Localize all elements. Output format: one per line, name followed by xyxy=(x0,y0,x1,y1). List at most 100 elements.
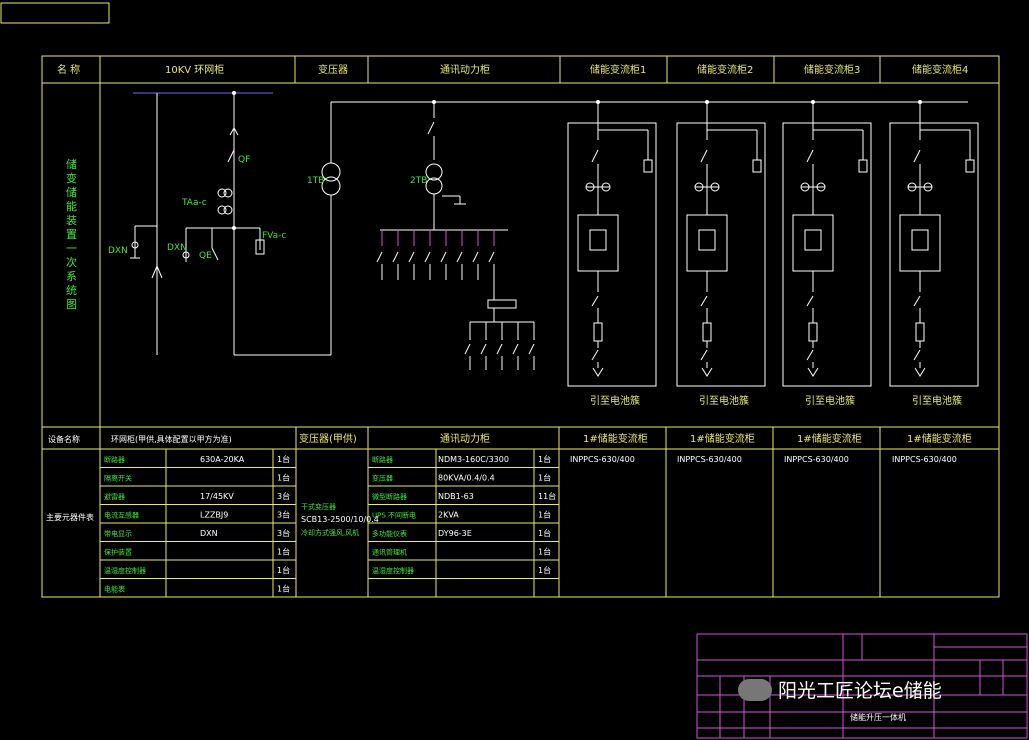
side-title-char: 图 xyxy=(66,298,77,311)
power-row-qty: 1台 xyxy=(538,528,551,538)
pcs-cabinet-2: 引至电池簇 xyxy=(676,100,766,407)
power-row-spec: 2KVA xyxy=(438,511,459,520)
header-pcs2: 储能变流柜2 xyxy=(697,63,753,76)
label-qe: QE xyxy=(199,251,212,261)
side-label-text: 主要元器件表 xyxy=(46,512,94,522)
ring-row-qty: 3台 xyxy=(277,510,290,520)
ring-row-qty: 1台 xyxy=(277,473,290,483)
power-row-spec: NDM3-160C/3300 xyxy=(438,455,509,464)
header-ring-cabinet: 10KV 环网柜 xyxy=(165,63,224,76)
ring-table: 断路器 630A-20KA 1台隔离开关 1台避雷器 17/45KV 3台电流互感器 LZZ… xyxy=(104,454,290,594)
power-row-spec: NDB1-63 xyxy=(438,492,474,501)
ring-row-qty: 1台 xyxy=(277,584,290,594)
wechat-icon xyxy=(738,678,772,701)
label-1tb: 1TB xyxy=(307,176,324,186)
power-cabinet-feeders xyxy=(376,230,535,370)
pcs-cabinets: 引至电池簇 引至电池簇 引至电池簇 引至电池簇 xyxy=(567,100,979,407)
ring-row-qty: 3台 xyxy=(277,491,290,501)
power-row-qty: 1台 xyxy=(538,547,551,557)
power-row-qty: 1台 xyxy=(538,565,551,575)
label-2tb: 2TB xyxy=(410,176,427,186)
power-row-name: 微型断路器 xyxy=(372,492,407,501)
transformer-diagram: 1TB xyxy=(307,101,968,355)
ring-row-spec: 630A-20KA xyxy=(200,455,245,464)
power-row-name: 温湿度控制器 xyxy=(372,566,414,575)
table-header-row: 设备名称 环网柜(甲供,具体配置以甲方为准) 变压器(甲供) 通讯动力柜 1#储… xyxy=(48,432,972,445)
side-title-char: 储 xyxy=(66,157,77,171)
ring-row-name: 避雷器 xyxy=(104,492,125,501)
side-title-char: 装 xyxy=(66,214,77,227)
ring-row-name: 保护装置 xyxy=(104,548,132,557)
power-cabinet-diagram: 2TB xyxy=(380,100,508,231)
corner-box xyxy=(0,2,110,24)
power-row-name: 变压器 xyxy=(372,474,393,483)
label-battery: 引至电池簇 xyxy=(805,394,855,407)
power-row-name: 通讯管理机 xyxy=(372,548,407,557)
th-device-name: 设备名称 xyxy=(48,434,80,444)
power-table: 断路器 NDM3-160C/3300 1台变压器 80KVA/0.4/0.4 1台微型断… xyxy=(372,454,556,575)
side-title-char: 系 xyxy=(66,270,77,283)
side-title-char: 置 xyxy=(66,228,77,241)
power-row-spec: DY96-3E xyxy=(438,529,472,538)
side-title-char: 一 xyxy=(66,242,77,255)
ring-row-name: 电流互感器 xyxy=(104,511,139,520)
label-qf: QF xyxy=(238,155,250,165)
label-dxn-2: DXN xyxy=(167,243,187,253)
ring-row-name: 断路器 xyxy=(104,455,125,464)
label-dxn-1: DXN xyxy=(108,246,128,256)
ring-row-name: 电能表 xyxy=(104,585,125,594)
side-label: 主要元器件表 xyxy=(46,512,94,522)
power-row-name: UPS 不间断电 xyxy=(372,511,416,520)
th-pcs1: 1#储能变流柜 xyxy=(583,432,648,445)
power-row-name: 多功能仪表 xyxy=(372,529,407,538)
transformer-spec: 干式变压器 SCB13-2500/10/0.4 冷却方式强风,风机 xyxy=(301,502,379,537)
th-ring-note: 环网柜(甲供,具体配置以甲方为准) xyxy=(111,434,232,444)
pcs-model-text: INPPCS-630/400 xyxy=(677,455,742,464)
transformer-spec-line: 干式变压器 xyxy=(301,502,336,511)
th-power-cabinet: 通讯动力柜 xyxy=(440,432,490,445)
header-pcs1: 储能变流柜1 xyxy=(590,63,646,76)
drawing-canvas: 名 称 10KV 环网柜 变压器 通讯动力柜 储能变流柜1 储能变流柜2 储能变… xyxy=(0,2,1028,739)
transformer-spec-line: SCB13-2500/10/0.4 xyxy=(301,515,379,524)
power-row-qty: 1台 xyxy=(538,473,551,483)
title-block-project: 储能升压一体机 xyxy=(850,712,906,722)
th-pcs4: 1#储能变流柜 xyxy=(907,432,972,445)
ring-cabinet-diagram: DXN DXN QE QF TAa-c FVa-c xyxy=(108,91,331,356)
pcs-cabinet-3: 引至电池簇 xyxy=(782,100,872,407)
th-transformer: 变压器(甲供) xyxy=(299,432,357,445)
ring-row-name: 温湿度控制器 xyxy=(104,566,146,575)
pcs-cabinet-4: 引至电池簇 xyxy=(889,100,979,407)
side-title-char: 变 xyxy=(66,171,77,185)
ring-row-spec: 17/45KV xyxy=(200,492,234,501)
header-transformer: 变压器 xyxy=(318,63,348,76)
label-battery: 引至电池簇 xyxy=(699,394,749,407)
power-row-name: 断路器 xyxy=(372,455,393,464)
th-pcs3: 1#储能变流柜 xyxy=(797,432,862,445)
pcs-model-text: INPPCS-630/400 xyxy=(570,455,635,464)
power-row-qty: 11台 xyxy=(538,491,556,501)
side-title-char: 能 xyxy=(66,199,77,213)
watermark: 阳光工匠论坛e储能 xyxy=(738,676,942,703)
side-title-char: 次 xyxy=(66,255,77,269)
power-row-qty: 1台 xyxy=(538,454,551,464)
header-name-label: 名 称 xyxy=(57,63,80,76)
header-pcs3: 储能变流柜3 xyxy=(804,63,860,76)
ring-row-qty: 1台 xyxy=(277,547,290,557)
pcs-table: INPPCS-630/400 INPPCS-630/400 INPPCS-630/4… xyxy=(570,455,957,464)
ring-row-qty: 1台 xyxy=(277,565,290,575)
main-frame xyxy=(41,55,1000,598)
power-row-spec: 80KVA/0.4/0.4 xyxy=(438,474,495,483)
label-fv: FVa-c xyxy=(262,231,286,241)
pcs-model-text: INPPCS-630/400 xyxy=(784,455,849,464)
transformer-spec-line: 冷却方式强风,风机 xyxy=(301,528,359,537)
header-row: 名 称 10KV 环网柜 变压器 通讯动力柜 储能变流柜1 储能变流柜2 储能变… xyxy=(57,63,968,76)
side-title-char: 统 xyxy=(66,284,77,297)
side-title-char: 储 xyxy=(66,185,77,199)
label-battery: 引至电池簇 xyxy=(912,394,962,407)
pcs-cabinet-1: 引至电池簇 xyxy=(567,100,657,407)
ring-row-qty: 3台 xyxy=(277,528,290,538)
ring-row-spec: DXN xyxy=(200,529,218,538)
ring-row-name: 带电显示 xyxy=(104,529,132,538)
header-power-cabinet: 通讯动力柜 xyxy=(440,63,490,76)
label-ta: TAa-c xyxy=(181,198,207,208)
